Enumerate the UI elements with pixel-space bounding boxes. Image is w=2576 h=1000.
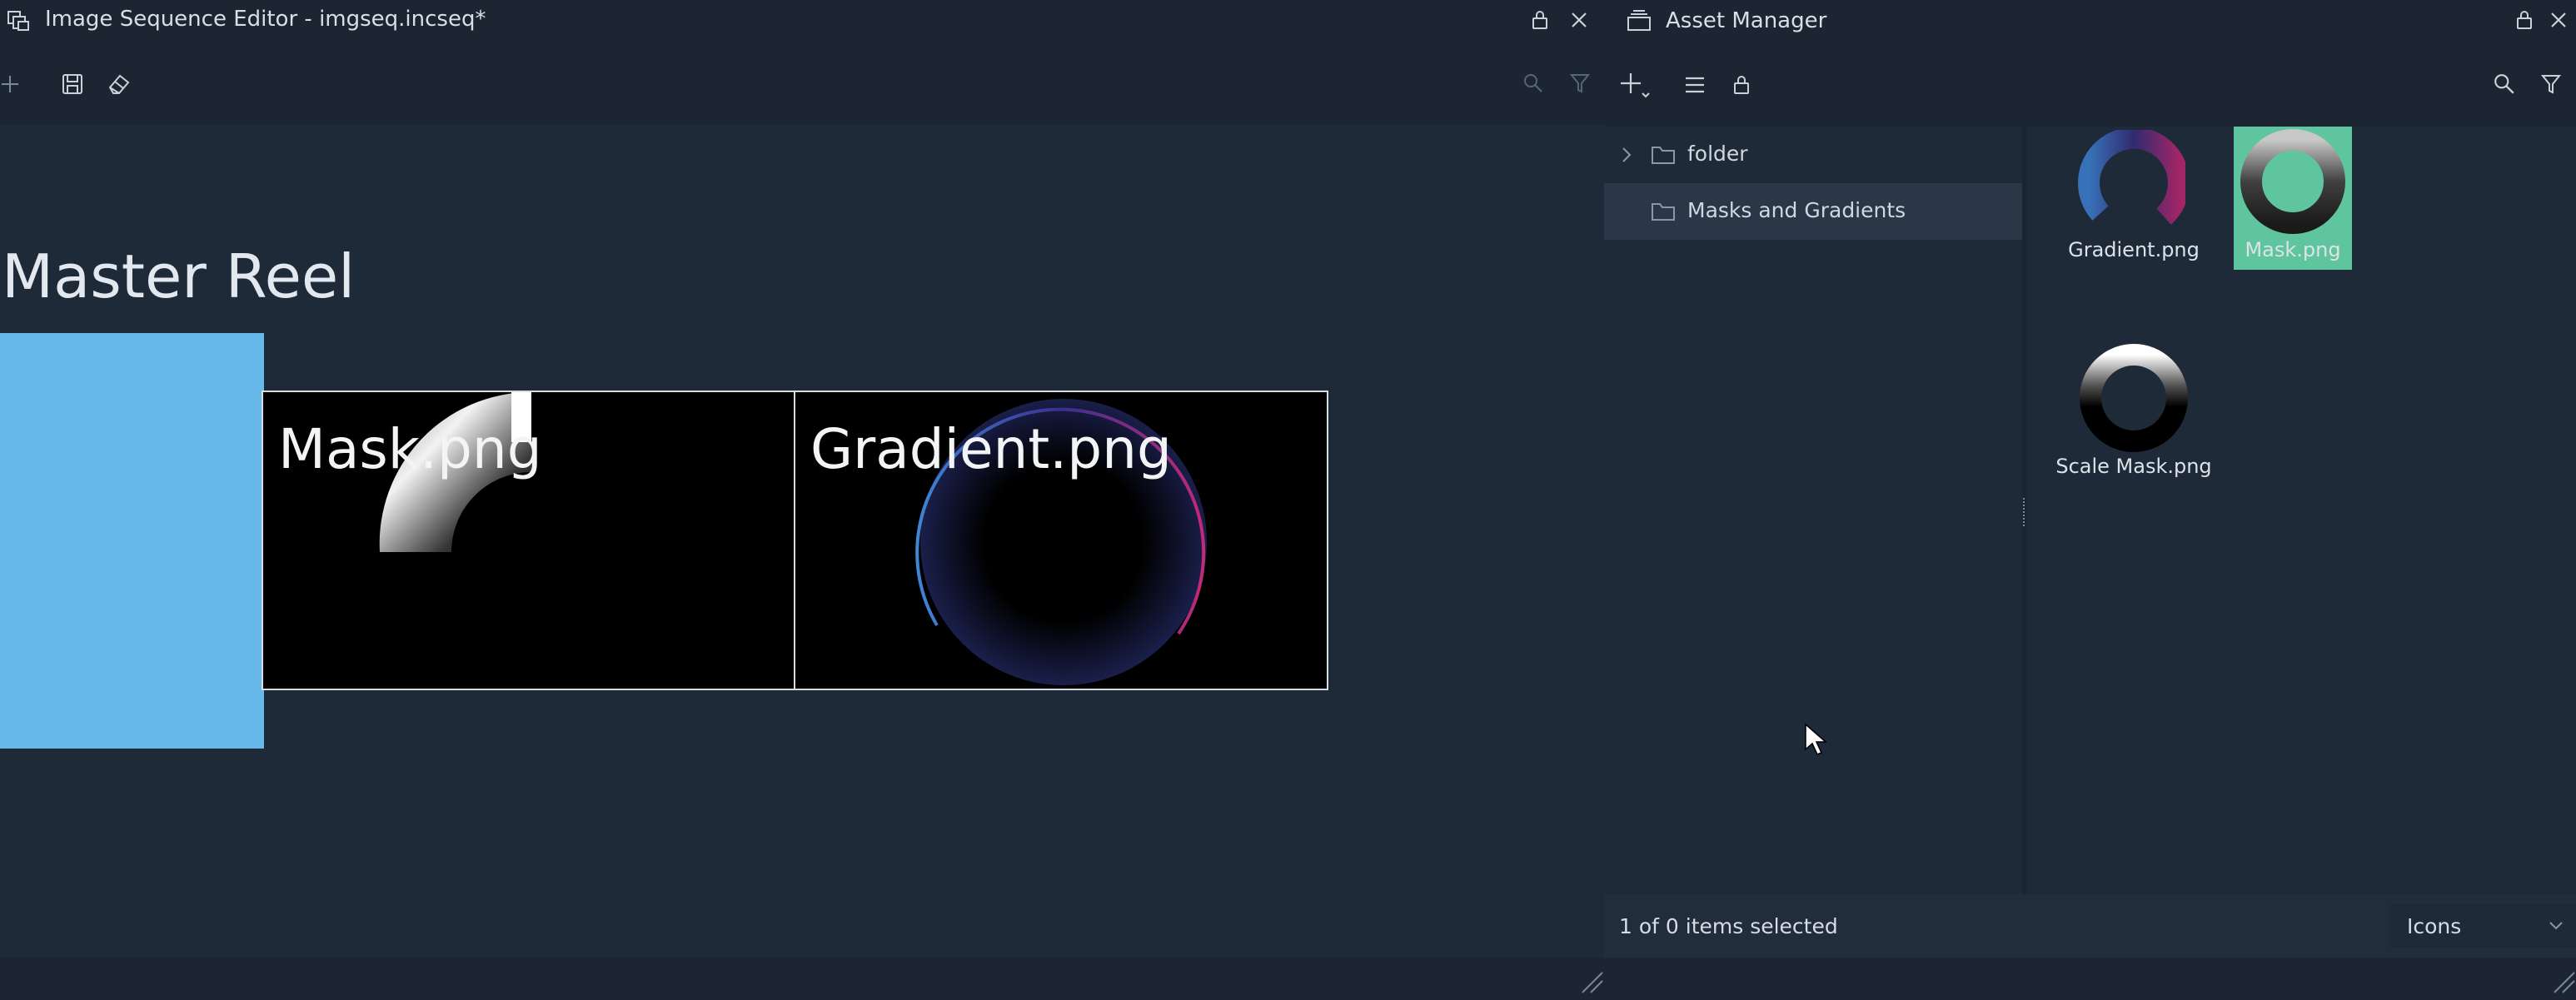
clip-gradient[interactable]: Gradient.png	[794, 391, 1328, 690]
editor-title: Image Sequence Editor - imgseq.incseq*	[45, 7, 486, 32]
asset-label: Mask.png	[2245, 238, 2341, 261]
tree-item-folder[interactable]: folder	[1604, 127, 2022, 183]
panel-icon	[7, 10, 30, 32]
folder-icon	[1651, 201, 1676, 222]
image-sequence-editor-panel: Image Sequence Editor - imgseq.incseq* M…	[0, 0, 1604, 1000]
reel-color-block[interactable]	[0, 333, 264, 749]
reel-title: Master Reel	[2, 241, 356, 311]
asset-label: Gradient.png	[2068, 238, 2200, 261]
asset-footer	[1604, 958, 2576, 1000]
gradient-thumbnail	[2078, 130, 2185, 225]
tree-item-label: Masks and Gradients	[1687, 198, 1906, 222]
clip-label: Gradient.png	[810, 417, 1172, 481]
editor-toolbar	[0, 42, 1604, 125]
clip-mask[interactable]: Mask.png	[262, 391, 795, 690]
plus-icon[interactable]	[0, 67, 27, 101]
lock-icon[interactable]	[1725, 68, 1758, 102]
selection-status: 1 of 0 items selected	[1619, 914, 1838, 938]
tree-item-masks-and-gradients[interactable]: Masks and Gradients	[1604, 183, 2022, 240]
editor-footer	[0, 958, 1604, 1000]
tree-item-label: folder	[1687, 142, 1748, 166]
editor-titlebar: Image Sequence Editor - imgseq.incseq*	[0, 0, 1604, 42]
save-icon[interactable]	[56, 67, 89, 101]
filter-icon[interactable]	[1563, 67, 1597, 100]
list-icon[interactable]	[1678, 68, 1712, 102]
scale-mask-thumbnail	[2080, 344, 2188, 452]
asset-titlebar: Asset Manager	[1604, 0, 2576, 42]
asset-mask[interactable]: Mask.png	[2234, 127, 2352, 270]
folder-icon	[1651, 144, 1676, 166]
folder-tree: folder Masks and Gradients	[1604, 127, 2022, 894]
asset-manager-panel: Asset Manager folder Masks and Gradients…	[1604, 0, 2576, 1000]
lock-icon[interactable]	[1523, 3, 1557, 37]
close-icon[interactable]	[1562, 3, 1596, 37]
close-icon[interactable]	[2542, 3, 2575, 37]
search-icon[interactable]	[1517, 67, 1550, 100]
view-mode-select[interactable]: Icons	[2389, 904, 2576, 948]
eraser-icon[interactable]	[102, 67, 136, 101]
filter-icon[interactable]	[2534, 67, 2568, 101]
resize-grip-icon[interactable]	[1579, 969, 1604, 994]
asset-label: Scale Mask.png	[2055, 455, 2212, 478]
asset-scale-mask[interactable]: Scale Mask.png	[2027, 343, 2240, 486]
panel-icon	[1626, 9, 1652, 32]
asset-title: Asset Manager	[1666, 8, 1827, 33]
resize-grip-icon[interactable]	[2551, 969, 2576, 994]
add-asset-button[interactable]	[1619, 68, 1652, 102]
mask-thumbnail	[2240, 129, 2345, 234]
view-mode-value: Icons	[2407, 914, 2462, 938]
asset-toolbar	[1604, 42, 2576, 127]
clip-label: Mask.png	[278, 417, 542, 481]
search-icon[interactable]	[2488, 67, 2521, 101]
asset-gradient[interactable]: Gradient.png	[2027, 127, 2240, 270]
chevron-down-icon	[2547, 916, 2565, 934]
lock-icon[interactable]	[2508, 3, 2541, 37]
chevron-right-icon[interactable]	[1621, 145, 1632, 165]
mouse-cursor-icon	[1804, 723, 1829, 756]
asset-status-bar: 1 of 0 items selected Icons	[1604, 894, 2576, 958]
asset-grid: Gradient.png Mask.png Scale Mask.png	[2027, 127, 2576, 894]
